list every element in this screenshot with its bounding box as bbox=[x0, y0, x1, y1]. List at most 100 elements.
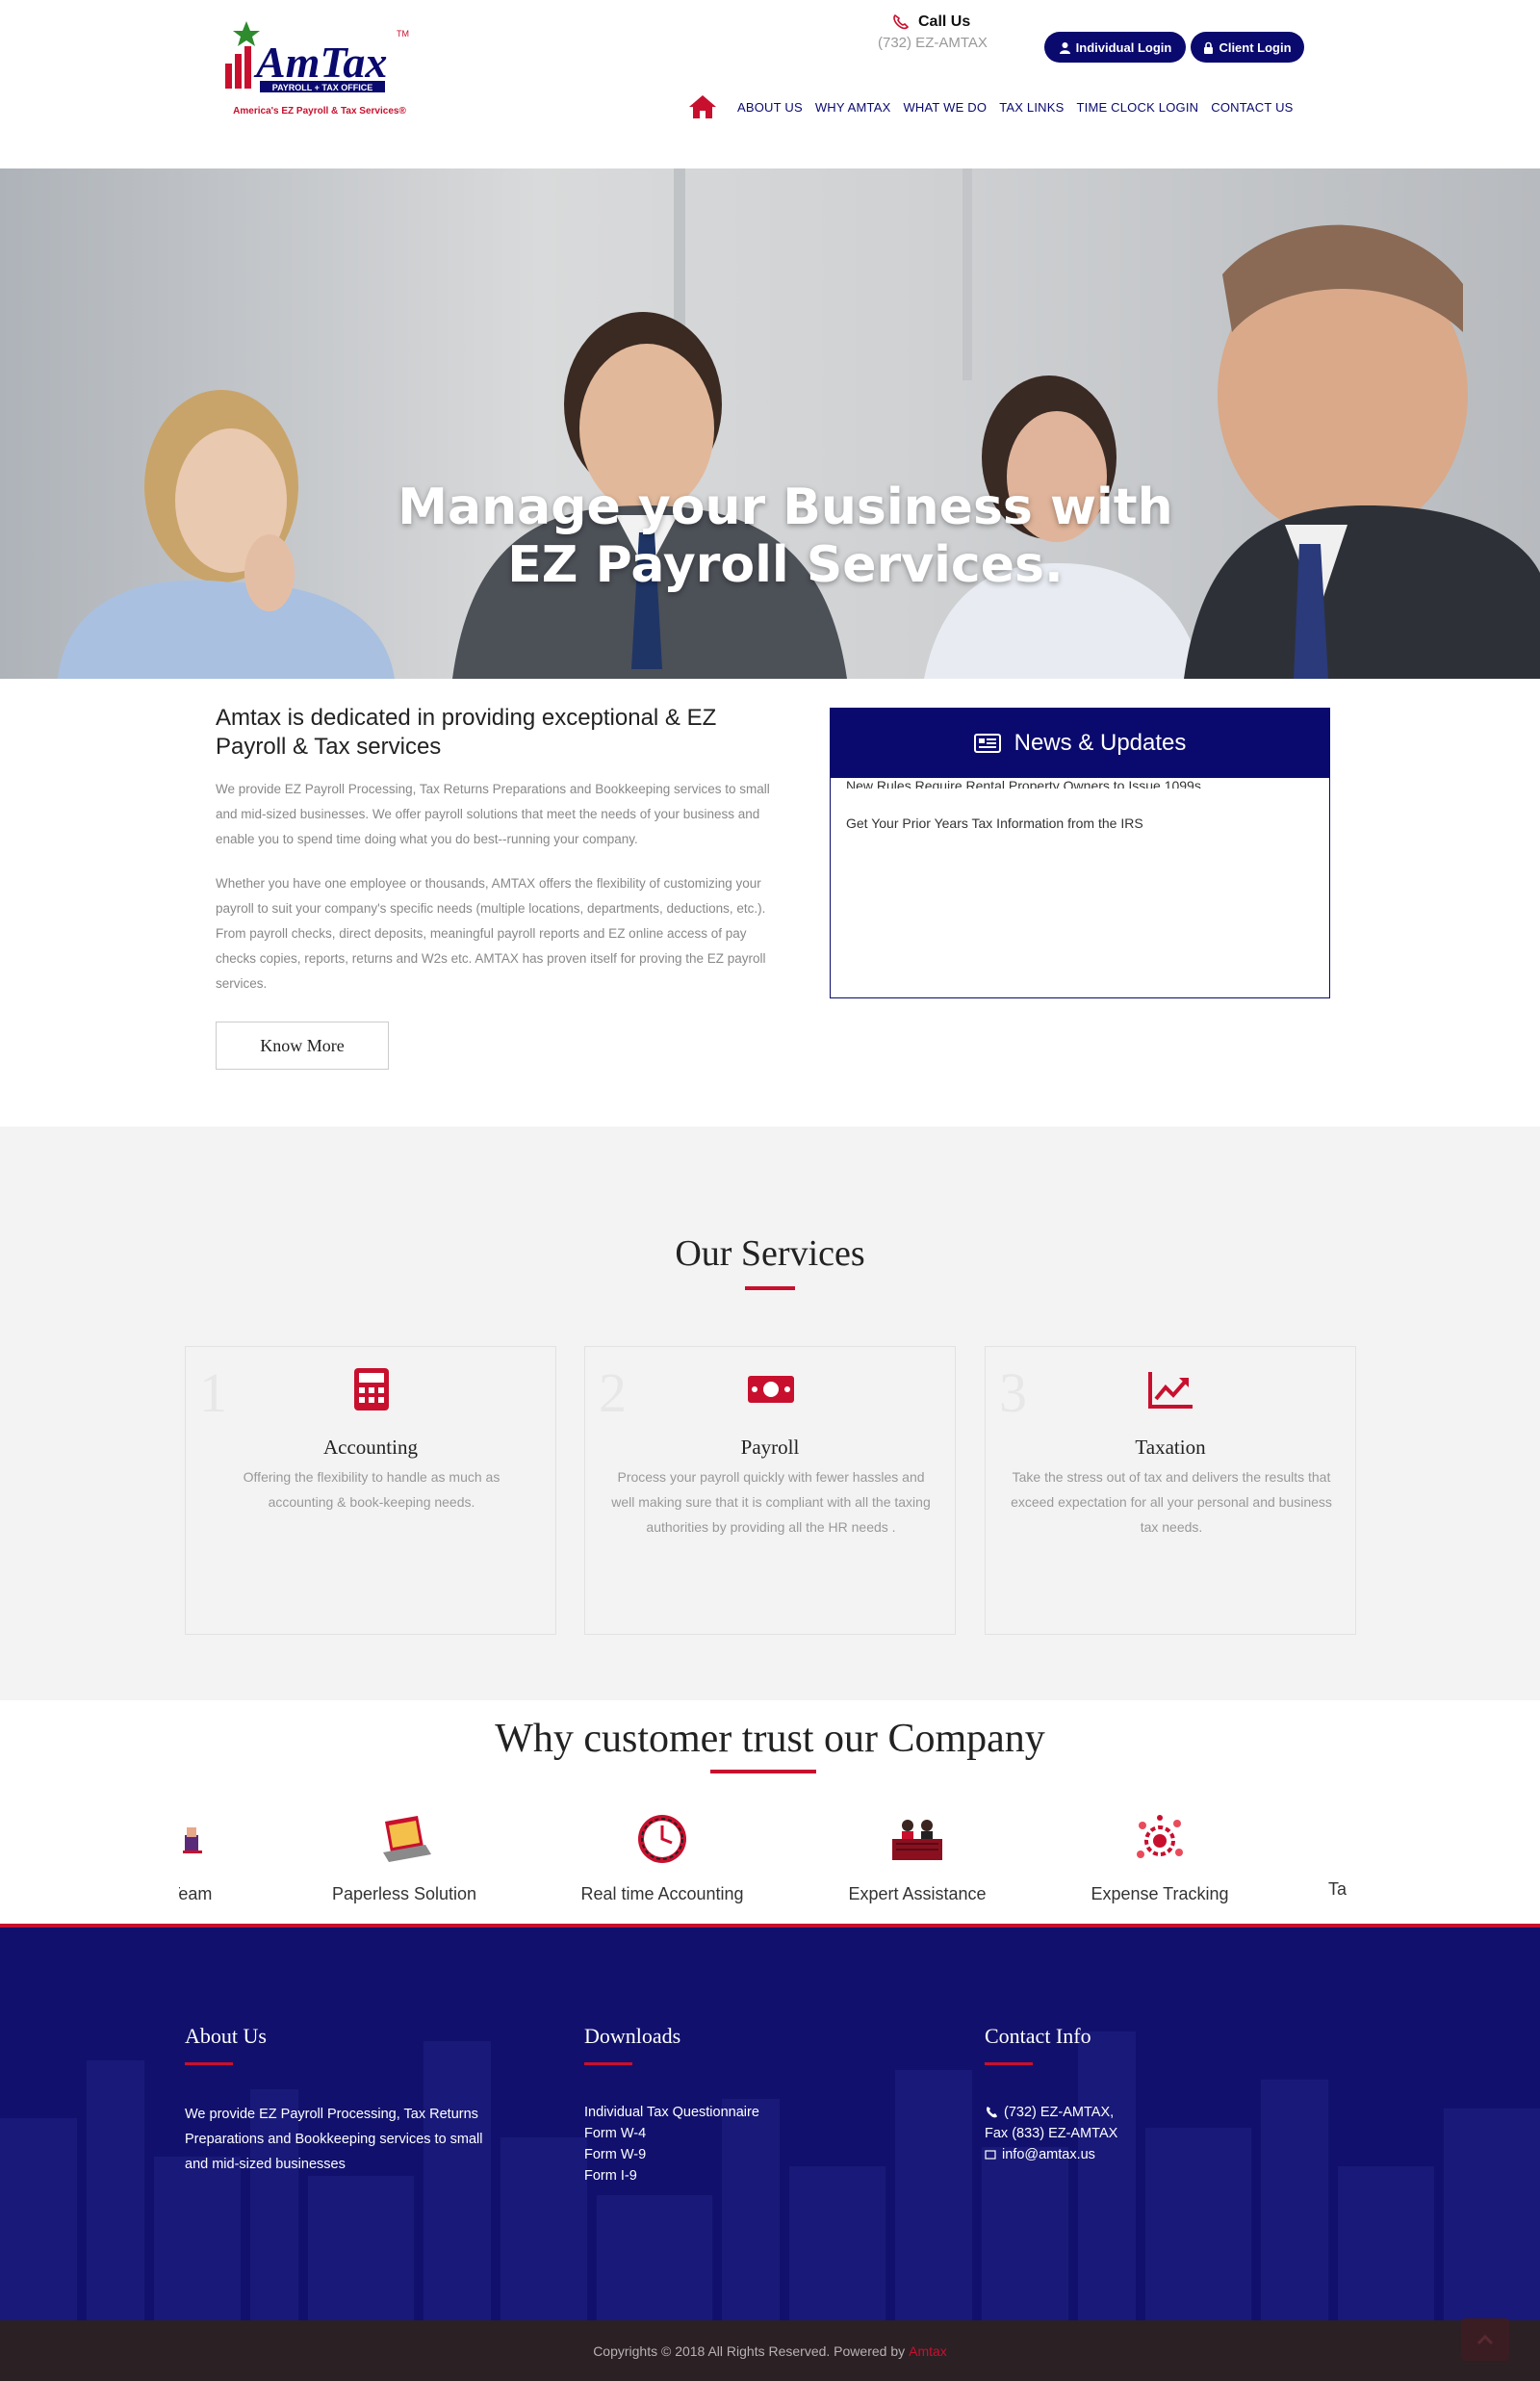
intro-paragraph-2: Whether you have one employee or thousan… bbox=[216, 876, 766, 991]
site-header: AmTax PAYROLL + TAX OFFICE TM America's … bbox=[0, 0, 1540, 168]
copyright-bar: Copyrights © 2018 All Rights Reserved. P… bbox=[0, 2320, 1540, 2381]
logo-graphic: AmTax PAYROLL + TAX OFFICE TM bbox=[225, 21, 409, 92]
news-list: New Rules Require Rental Property Owners… bbox=[831, 778, 1329, 997]
hero-title-line1: Manage your Business with bbox=[398, 479, 1173, 536]
logo-text: AmTax bbox=[253, 38, 387, 87]
download-form-w9[interactable]: Form W-9 bbox=[584, 2144, 873, 2165]
trust-label: Paperless Solution bbox=[331, 1884, 477, 1903]
scroll-to-top-button[interactable] bbox=[1461, 2318, 1509, 2361]
powered-by-link[interactable]: Amtax bbox=[909, 2343, 947, 2359]
contact-phone-row: (732) EZ-AMTAX, bbox=[985, 2102, 1312, 2123]
service-number: 1 bbox=[199, 1361, 227, 1424]
phone-icon bbox=[987, 2107, 997, 2118]
service-title: Payroll bbox=[740, 1436, 800, 1459]
intro-section: Amtax is dedicated in providing exceptio… bbox=[216, 704, 783, 1070]
individual-login-label: Individual Login bbox=[1075, 39, 1172, 55]
calculator-icon bbox=[354, 1368, 389, 1410]
contact-fax: Fax (833) EZ-AMTAX bbox=[985, 2126, 1118, 2141]
contact-fax-row: Fax (833) EZ-AMTAX bbox=[985, 2123, 1312, 2144]
client-login-label: Client Login bbox=[1219, 39, 1292, 55]
footer-about-text: We provide EZ Payroll Processing, Tax Re… bbox=[185, 2107, 483, 2172]
intro-paragraph-1: We provide EZ Payroll Processing, Tax Re… bbox=[216, 782, 770, 846]
nav-tax-links[interactable]: TAX LINKS bbox=[999, 100, 1064, 115]
trust-item-tax[interactable]: Ta bbox=[1328, 1812, 1365, 1908]
news-item[interactable]: Get Your Prior Years Tax Information fro… bbox=[846, 814, 1314, 833]
individual-login-button[interactable]: Individual Login bbox=[1044, 32, 1186, 63]
news-title: News & Updates bbox=[1014, 730, 1187, 756]
tagline: America's EZ Payroll & Tax Services® bbox=[233, 106, 406, 116]
lock-icon bbox=[1204, 41, 1214, 54]
expense-gear-icon bbox=[1137, 1815, 1183, 1858]
services-section: Our Services 1 Accounting Offering the f… bbox=[0, 1126, 1540, 1700]
services-title-rule bbox=[745, 1286, 795, 1290]
download-form-i9[interactable]: Form I-9 bbox=[584, 2165, 873, 2187]
footer-title-rule bbox=[584, 2062, 632, 2065]
services-title: Our Services bbox=[675, 1233, 865, 1274]
nav-time-clock-login[interactable]: TIME CLOCK LOGIN bbox=[1077, 100, 1199, 115]
laptop-icon bbox=[383, 1816, 431, 1862]
service-title: Taxation bbox=[1135, 1436, 1206, 1459]
footer-about: About Us We provide EZ Payroll Processin… bbox=[185, 2024, 502, 2177]
trust-item-realtime[interactable]: Real time Accounting bbox=[566, 1812, 758, 1908]
contact-info: (732) EZ-AMTAX, Fax (833) EZ-AMTAX info@… bbox=[985, 2102, 1312, 2165]
news-item[interactable]: New Rules Require Rental Property Owners… bbox=[846, 778, 1314, 789]
envelope-icon bbox=[985, 2150, 996, 2160]
hero-title: Manage your Business with EZ Payroll Ser… bbox=[0, 479, 1540, 594]
call-us-number[interactable]: (732) EZ-AMTAX bbox=[878, 35, 993, 51]
main-nav: ABOUT US WHY AMTAX WHAT WE DO TAX LINKS … bbox=[687, 92, 1306, 121]
news-updates-box: News & Updates New Rules Require Rental … bbox=[830, 708, 1330, 998]
service-card-taxation[interactable]: 3 Taxation Take the stress out of tax an… bbox=[985, 1346, 1356, 1635]
service-text: Offering the flexibility to handle as mu… bbox=[243, 1469, 500, 1510]
trust-item-paperless[interactable]: Paperless Solution bbox=[318, 1812, 491, 1908]
footer-downloads: Downloads Individual Tax Questionnaire F… bbox=[584, 2024, 873, 2187]
trust-item-expert[interactable]: Expert Assistance bbox=[835, 1812, 999, 1908]
nav-why-amtax[interactable]: WHY AMTAX bbox=[815, 100, 891, 115]
downloads-list: Individual Tax Questionnaire Form W-4 Fo… bbox=[584, 2102, 873, 2187]
trust-label: Ta bbox=[1328, 1879, 1348, 1899]
nav-contact-us[interactable]: CONTACT US bbox=[1211, 100, 1293, 115]
footer-title-rule bbox=[985, 2062, 1033, 2065]
home-icon[interactable] bbox=[687, 93, 718, 120]
nav-what-we-do[interactable]: WHAT WE DO bbox=[903, 100, 987, 115]
logo-sub: PAYROLL + TAX OFFICE bbox=[272, 83, 372, 92]
call-us[interactable]: Call Us (732) EZ-AMTAX bbox=[878, 13, 993, 51]
service-card-payroll[interactable]: 2 Payroll Process your payroll quickly w… bbox=[584, 1346, 956, 1635]
money-icon bbox=[748, 1376, 794, 1403]
footer-downloads-title: Downloads bbox=[584, 2024, 681, 2048]
service-card-accounting[interactable]: 1 Accounting Offering the flexibility to… bbox=[185, 1346, 556, 1635]
contact-email[interactable]: info@amtax.us bbox=[1002, 2144, 1095, 2165]
download-form-w4[interactable]: Form W-4 bbox=[584, 2123, 873, 2144]
copyright-text: Copyrights © 2018 All Rights Reserved. P… bbox=[593, 2342, 906, 2359]
call-us-label: Call Us bbox=[918, 13, 971, 30]
hero-banner: Manage your Business with EZ Payroll Ser… bbox=[0, 168, 1540, 679]
trust-item-team[interactable]: d Team bbox=[179, 1812, 227, 1908]
site-footer: About Us We provide EZ Payroll Processin… bbox=[0, 1924, 1540, 2320]
service-text: Process your payroll quickly with fewer … bbox=[611, 1469, 931, 1535]
trust-label: Expert Assistance bbox=[848, 1884, 987, 1903]
service-title: Accounting bbox=[323, 1436, 418, 1459]
trust-carousel[interactable]: d Team Paperless Solution Real time Acco… bbox=[179, 1700, 1365, 1924]
logo-tm: TM bbox=[397, 29, 409, 39]
download-individual-tax-questionnaire[interactable]: Individual Tax Questionnaire bbox=[584, 2102, 873, 2123]
footer-title-rule bbox=[185, 2062, 233, 2065]
contact-phone[interactable]: (732) EZ-AMTAX, bbox=[1004, 2102, 1114, 2123]
trust-label: d Team bbox=[179, 1884, 213, 1903]
news-header: News & Updates bbox=[831, 709, 1329, 778]
trend-chart-icon bbox=[1148, 1372, 1193, 1409]
business-people-photo bbox=[0, 168, 1540, 679]
trust-label: Real time Accounting bbox=[580, 1884, 744, 1903]
client-login-button[interactable]: Client Login bbox=[1191, 32, 1304, 63]
trust-item-expense[interactable]: Expense Tracking bbox=[1078, 1812, 1242, 1908]
know-more-button[interactable]: Know More bbox=[216, 1022, 389, 1070]
intro-heading: Amtax is dedicated in providing exceptio… bbox=[216, 705, 717, 760]
newspaper-icon bbox=[973, 734, 1001, 753]
desk-experts-icon bbox=[892, 1820, 942, 1860]
footer-contact-title: Contact Info bbox=[985, 2024, 1091, 2048]
footer-about-title: About Us bbox=[185, 2024, 267, 2048]
clock-icon bbox=[638, 1815, 686, 1863]
user-icon bbox=[1059, 41, 1070, 54]
amtax-logo[interactable]: AmTax PAYROLL + TAX OFFICE TM America's … bbox=[223, 13, 416, 119]
footer-contact: Contact Info (732) EZ-AMTAX, Fax (833) E… bbox=[985, 2024, 1312, 2165]
chevron-up-icon bbox=[1476, 2334, 1494, 2345]
nav-about-us[interactable]: ABOUT US bbox=[737, 100, 803, 115]
